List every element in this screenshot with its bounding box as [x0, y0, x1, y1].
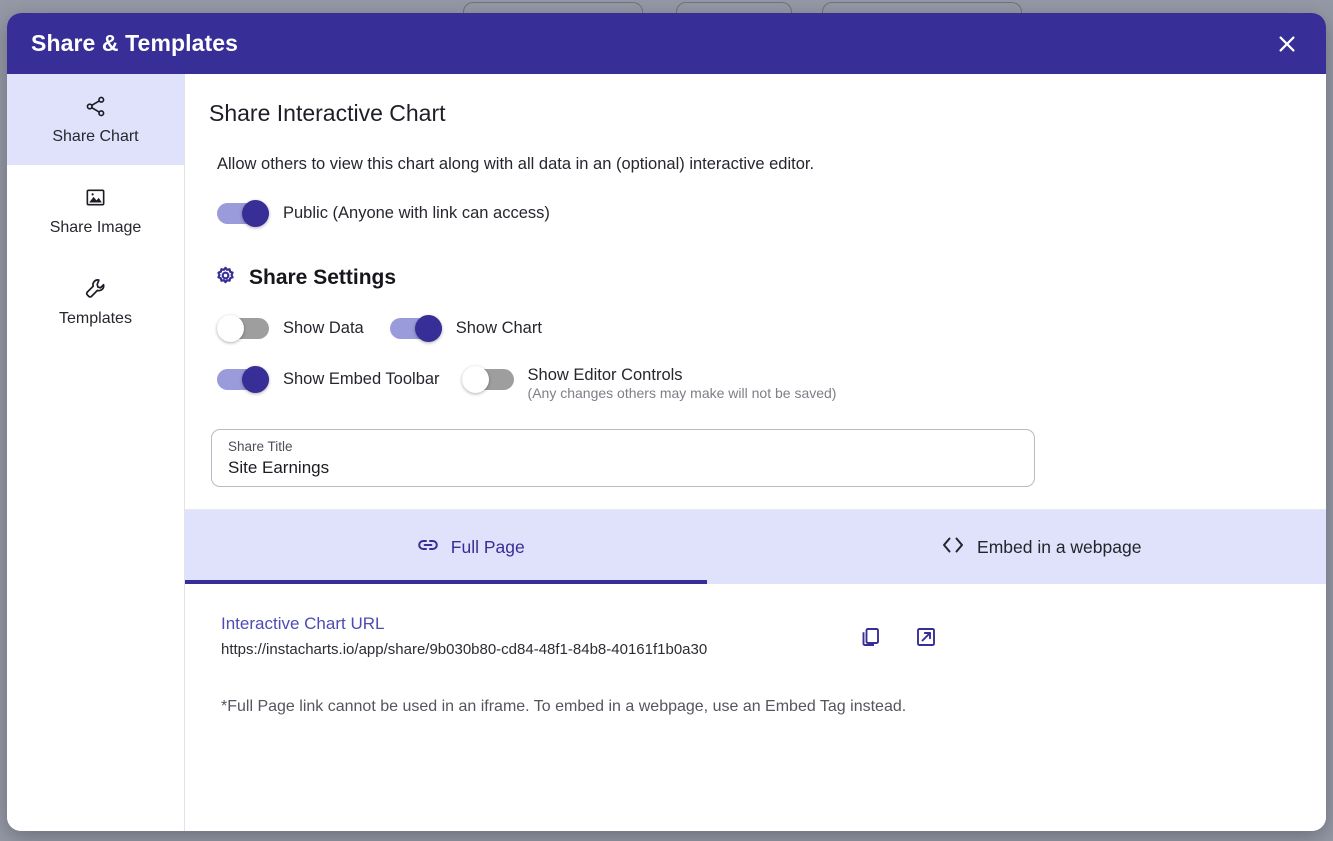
tab-full-page-label: Full Page: [450, 536, 525, 557]
toggle-thumb: [461, 366, 489, 393]
share-settings-header: Share Settings: [213, 263, 1296, 293]
share-url-value[interactable]: https://instacharts.io/app/share/9b030b8…: [221, 641, 707, 658]
wrench-icon: [84, 276, 107, 302]
sidebar-item-templates[interactable]: Templates: [7, 256, 184, 347]
code-brackets-icon: [940, 534, 966, 561]
share-nodes-icon: [84, 94, 107, 120]
page-title: Share Interactive Chart: [209, 100, 446, 126]
public-toggle-label: Public (Anyone with link can access): [283, 204, 550, 222]
show-editor-controls-toggle[interactable]: [461, 366, 514, 393]
share-title-label: Share Title: [228, 439, 293, 454]
share-settings-toggles: Show Data Show Chart Show Embed Toolbar …: [209, 315, 1296, 403]
show-chart-label: Show Chart: [455, 319, 542, 337]
public-toggle[interactable]: [217, 200, 269, 227]
show-data-toggle-row: Show Data: [217, 315, 364, 342]
link-icon: [416, 533, 440, 562]
sidebar-item-share-image[interactable]: Share Image: [7, 165, 184, 256]
toggle-thumb: [242, 366, 269, 393]
tab-embed-in-a-webpage[interactable]: Embed in a webpage: [756, 510, 1327, 584]
toggle-thumb: [217, 315, 244, 342]
settings-scroll-area: Share Interactive Chart Allow others to …: [185, 74, 1326, 487]
show-editor-controls-label: Show Editor Controls: [527, 366, 683, 384]
main-pane: Share Interactive Chart Allow others to …: [185, 74, 1326, 831]
sidebar-item-label: Share Image: [49, 218, 142, 236]
share-mode-tabs: Full Page Embed in a webpage: [185, 509, 1326, 584]
share-url-actions: [855, 622, 941, 652]
share-url-note: *Full Page link cannot be used in an ifr…: [221, 698, 907, 715]
sidebar-item-share-chart[interactable]: Share Chart: [7, 74, 184, 165]
settings-row-1: Show Data Show Chart: [209, 315, 1296, 342]
page-description: Allow others to view this chart along wi…: [217, 155, 815, 173]
external-link-icon[interactable]: [911, 622, 941, 652]
show-editor-controls-text: Show Editor Controls (Any changes others…: [528, 366, 837, 403]
show-embed-toolbar-toggle-row: Show Embed Toolbar: [217, 366, 440, 393]
show-chart-toggle[interactable]: [389, 315, 442, 342]
show-embed-toolbar-label: Show Embed Toolbar: [283, 370, 440, 388]
tab-embed-label: Embed in a webpage: [977, 536, 1142, 557]
show-chart-toggle-row: Show Chart: [389, 315, 542, 342]
gear-icon: [213, 263, 238, 293]
show-embed-toolbar-toggle[interactable]: [217, 366, 269, 393]
tab-full-page[interactable]: Full Page: [185, 510, 756, 584]
share-url-textblock: Interactive Chart URL https://instachart…: [221, 614, 707, 658]
show-data-toggle[interactable]: [217, 315, 269, 342]
share-settings-heading: Share Settings: [249, 266, 397, 289]
dialog-body: Share Chart Share Image Templates Share …: [7, 74, 1326, 831]
toggle-thumb: [242, 200, 269, 227]
sidebar-item-label: Templates: [59, 309, 132, 327]
show-editor-controls-sublabel: (Any changes others may make will not be…: [527, 385, 837, 401]
copy-icon[interactable]: [855, 622, 885, 652]
close-icon[interactable]: [1270, 27, 1304, 61]
public-toggle-row: Public (Anyone with link can access): [217, 200, 1296, 227]
share-templates-dialog: Share & Templates Share Chart Share Imag…: [7, 13, 1326, 831]
dialog-header: Share & Templates: [7, 13, 1326, 74]
share-title-field[interactable]: Share Title: [211, 429, 1035, 487]
share-url-section: Interactive Chart URL https://instachart…: [185, 584, 1326, 831]
image-icon: [84, 185, 107, 211]
sidebar: Share Chart Share Image Templates: [7, 74, 185, 831]
show-editor-controls-toggle-row: Show Editor Controls (Any changes others…: [461, 366, 837, 403]
dialog-title: Share & Templates: [31, 30, 239, 56]
active-tab-indicator: [185, 580, 707, 584]
toggle-thumb: [414, 315, 442, 342]
show-data-label: Show Data: [283, 319, 364, 337]
share-url-label: Interactive Chart URL: [221, 614, 385, 633]
share-title-input[interactable]: [228, 455, 1018, 480]
share-url-row: Interactive Chart URL https://instachart…: [221, 614, 1296, 658]
sidebar-item-label: Share Chart: [52, 127, 139, 145]
settings-row-2: Show Embed Toolbar Show Editor Controls …: [209, 366, 1296, 403]
